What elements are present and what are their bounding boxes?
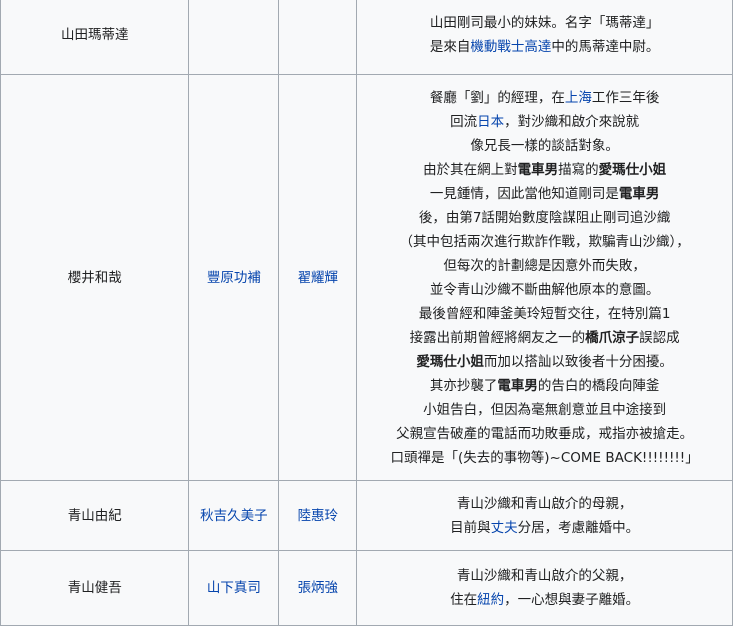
description-cell: 餐廳「劉」的經理，在上海工作三年後 回流日本，對沙織和啟介來說就 像兄長一樣的談話對… [356, 74, 733, 481]
bold-text: 橋爪涼子 [585, 329, 640, 346]
japanese-voice-cell[interactable]: 豐原功補 [188, 74, 280, 481]
character-table: 山田瑪蒂達 山田剛司最小的妹妹。名字「瑪蒂達」 是來自機動戰士高達中的馬蒂達中尉。… [0, 0, 733, 626]
character-name-cell: 青山由紀 [0, 480, 190, 551]
text-segment: 一見鍾情，因此當他知道剛司是 [429, 185, 619, 202]
text-segment: 口頭禪是「(失去的事物等)~COME BACK!!!!!!!!」 [390, 449, 699, 466]
text-segment: 描寫的 [558, 161, 599, 178]
voice-actor-link[interactable]: 山下真司 [207, 580, 261, 596]
description-cell: 青山沙織和青山啟介的父親， 住在紐約，一心想與妻子離婚。 [356, 550, 733, 626]
text-segment: 並令青山沙織不斷曲解他原本的意圖。 [429, 281, 660, 298]
text-segment: 是來自 [429, 38, 471, 55]
text-segment: ，對沙織和啟介來說就 [504, 113, 640, 130]
voice-actor-link[interactable]: 秋吉久美子 [200, 508, 268, 524]
text-segment: 小姐告白，但因為毫無創意並且中途接到 [423, 401, 667, 418]
hongkong-voice-cell[interactable]: 陸惠玲 [278, 480, 358, 551]
text-segment: 住在 [450, 592, 478, 608]
wiki-link[interactable]: 丈夫 [491, 520, 518, 536]
description-line: 愛瑪仕小姐而加以搭訕以致後者十分困擾。 [363, 350, 726, 374]
description-line: 青山沙織和青山啟介的父親， [363, 564, 726, 588]
text-segment: 父親宣告破產的電話而功敗垂成，戒指亦被搶走。 [396, 425, 694, 442]
wiki-link[interactable]: 日本 [477, 114, 504, 130]
table-row: 青山健吾 山下真司 張炳強 青山沙織和青山啟介的父親， 住在紐約，一心想與妻子離婚… [0, 550, 733, 626]
description-line: 並令青山沙織不斷曲解他原本的意圖。 [363, 278, 726, 302]
description-line: 山田剛司最小的妹妹。名字「瑪蒂達」 [363, 11, 726, 35]
description-line: 目前與丈夫分居，考慮離婚中。 [363, 516, 726, 540]
text-segment: 工作三年後 [591, 89, 660, 106]
description-line: 最後曾經和陣釜美玲短暫交往，在特別篇1 [363, 302, 726, 326]
text-segment: 目前與 [450, 519, 491, 536]
text-segment: 青山沙織和青山啟介的父親， [456, 568, 633, 584]
text-segment: 分居，考慮離婚中。 [517, 519, 640, 536]
wiki-link[interactable]: 上海 [565, 90, 592, 106]
description-line: 口頭禪是「(失去的事物等)~COME BACK!!!!!!!!」 [363, 446, 726, 470]
text-segment: ，一心想與妻子離婚。 [504, 592, 640, 608]
hongkong-voice-cell [278, 0, 358, 75]
bold-text: 電車男 [517, 161, 559, 178]
text-segment: 其亦抄襲了 [429, 377, 498, 394]
character-name-cell: 青山健吾 [0, 550, 190, 626]
table-row: 櫻井和哉 豐原功補 翟耀輝 餐廳「劉」的經理，在上海工作三年後 回流日本，對沙織和… [0, 74, 733, 481]
text-segment: 接露出前期曾經將網友之一的 [409, 329, 586, 346]
text-segment: 中的馬蒂達中尉。 [551, 38, 660, 55]
text-segment: 最後曾經和陣釜美玲短暫交往，在特別篇1 [418, 305, 671, 322]
hongkong-voice-cell[interactable]: 翟耀輝 [278, 74, 358, 481]
bold-text: 愛瑪仕小姐 [598, 161, 667, 178]
voice-actor-link[interactable]: 翟耀輝 [298, 270, 339, 286]
description-line: 小姐告白，但因為毫無創意並且中途接到 [363, 398, 726, 422]
description-line: 由於其在網上對電車男描寫的愛瑪仕小姐 [363, 158, 726, 182]
description-line: 餐廳「劉」的經理，在上海工作三年後 [363, 86, 726, 110]
wiki-link[interactable]: 機動戰士高達 [470, 39, 551, 55]
description-line: 是來自機動戰士高達中的馬蒂達中尉。 [363, 35, 726, 59]
japanese-voice-cell[interactable]: 山下真司 [188, 550, 280, 626]
text-segment: 的告白的橋段向陣釜 [537, 377, 660, 394]
text-segment: 回流 [450, 113, 478, 130]
voice-actor-link[interactable]: 陸惠玲 [298, 508, 339, 524]
voice-actor-link[interactable]: 豐原功補 [207, 270, 261, 286]
text-segment: （其中包括兩次進行欺詐作戰，欺騙青山沙織）， [399, 233, 690, 250]
table-row: 青山由紀 秋吉久美子 陸惠玲 青山沙織和青山啟介的母親， 目前與丈夫分居，考慮離婚… [0, 480, 733, 551]
character-name-cell: 山田瑪蒂達 [0, 0, 190, 75]
description-line: 住在紐約，一心想與妻子離婚。 [363, 588, 726, 612]
description-line: 像兄長一樣的談話對象。 [363, 134, 726, 158]
description-line: 回流日本，對沙織和啟介來說就 [363, 110, 726, 134]
text-segment: 山田剛司最小的妹妹。名字「瑪蒂達」 [429, 14, 660, 31]
japanese-voice-cell [188, 0, 280, 75]
bold-text: 電車男 [497, 377, 538, 394]
japanese-voice-cell[interactable]: 秋吉久美子 [188, 480, 280, 551]
text-segment: 由於其在網上對 [423, 161, 518, 178]
wiki-link[interactable]: 紐約 [477, 592, 504, 608]
text-segment: 餐廳「劉」的經理，在 [429, 89, 565, 106]
bold-text: 電車男 [618, 185, 660, 202]
voice-actor-link[interactable]: 張炳強 [298, 580, 339, 596]
description-line: （其中包括兩次進行欺詐作戰，欺騙青山沙織）， [363, 230, 726, 254]
hongkong-voice-cell[interactable]: 張炳強 [278, 550, 358, 626]
table-row: 山田瑪蒂達 山田剛司最小的妹妹。名字「瑪蒂達」 是來自機動戰士高達中的馬蒂達中尉。 [0, 0, 733, 75]
description-cell: 青山沙織和青山啟介的母親， 目前與丈夫分居，考慮離婚中。 [356, 480, 733, 551]
text-segment: 但每次的計劃總是因意外而失敗， [443, 257, 646, 274]
description-line: 父親宣告破產的電話而功敗垂成，戒指亦被搶走。 [363, 422, 726, 446]
description-line: 但每次的計劃總是因意外而失敗， [363, 254, 726, 278]
text-segment: 後，由第7話開始數度陰謀阻止剛司追沙織 [418, 209, 671, 226]
description-cell: 山田剛司最小的妹妹。名字「瑪蒂達」 是來自機動戰士高達中的馬蒂達中尉。 [356, 0, 733, 75]
description-line: 接露出前期曾經將網友之一的橋爪涼子誤認成 [363, 326, 726, 350]
description-line: 青山沙織和青山啟介的母親， [363, 492, 726, 516]
description-line: 後，由第7話開始數度陰謀阻止剛司追沙織 [363, 206, 726, 230]
description-line: 其亦抄襲了電車男的告白的橋段向陣釜 [363, 374, 726, 398]
text-segment: 像兄長一樣的談話對象。 [470, 137, 619, 154]
description-line: 一見鍾情，因此當他知道剛司是電車男 [363, 182, 726, 206]
character-name-cell: 櫻井和哉 [0, 74, 190, 481]
text-segment: 青山沙織和青山啟介的母親， [456, 495, 633, 512]
bold-text: 愛瑪仕小姐 [416, 353, 484, 370]
text-segment: 而加以搭訕以致後者十分困擾。 [483, 353, 673, 370]
text-segment: 誤認成 [639, 329, 680, 346]
